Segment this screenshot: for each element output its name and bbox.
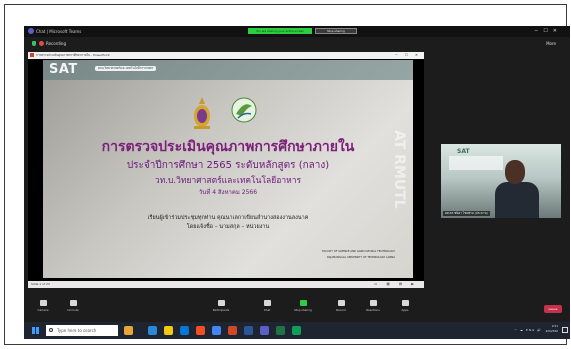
participants-icon <box>217 300 225 306</box>
participant-video[interactable]: SAT ผศ.ดร.ชนิดา ไชยพรม (ประธาน) <box>441 144 561 218</box>
meeting-controls: Camera Unmute Participants Chat Stop sha… <box>24 296 570 322</box>
camera-icon <box>39 300 47 306</box>
powerpoint-taskbar-icon[interactable] <box>228 326 237 335</box>
powerpoint-titlebar: การตรวจประเมินคุณภาพการศึกษาภายใน - Powe… <box>28 52 424 59</box>
taskbar-app-1[interactable] <box>124 326 133 335</box>
windows-taskbar: Type here to search ^ ☁ ENG 🔊 9:51 4/8/2… <box>24 322 570 339</box>
powerpoint-title: การตรวจประเมินคุณภาพการศึกษาภายใน - Powe… <box>36 53 110 57</box>
apps-icon <box>401 300 409 306</box>
faculty-emblem-icon <box>231 97 257 123</box>
file-explorer-icon[interactable] <box>164 326 173 335</box>
slide-instruction-2: โดยแจ้งชื่อ – นามสกุล – หน่วยงาน <box>186 224 270 230</box>
reactions-button[interactable]: Reactions <box>360 300 386 313</box>
university-emblem-icon <box>194 97 210 129</box>
teams-icon <box>28 28 34 34</box>
taskbar-search[interactable]: Type here to search <box>46 325 118 336</box>
powerpoint-status-bar: Slide 1 of 23 ▭ ▦ ▤ ▶ <box>28 281 424 288</box>
window-title: Chat | Microsoft Teams <box>36 29 82 34</box>
slide-date: วันที่ 4 สิงหาคม 2566 <box>198 189 258 196</box>
search-placeholder: Type here to search <box>57 328 97 333</box>
slide-subtitle-year: ประจำปีการศึกษา 2565 ระดับหลักสูตร (กลาง… <box>126 160 330 171</box>
window-controls[interactable]: −☐✕ <box>534 27 562 36</box>
clock-date: 4/8/2566 <box>545 329 558 333</box>
video-backdrop-logo: SAT <box>457 148 470 155</box>
chat-icon <box>263 300 271 306</box>
participant-name: ผศ.ดร.ชนิดา ไชยพรม (ประธาน) <box>443 211 490 216</box>
system-tray[interactable]: ^ ☁ ENG 🔊 <box>514 326 542 335</box>
slide-program: วท.บ.วิทยาศาสตร์และเทคโนโลยีอาหาร <box>154 176 302 186</box>
participants-button[interactable]: Participants <box>208 300 234 313</box>
recording-label: Recording <box>46 41 67 46</box>
taskbar-app-2[interactable] <box>292 326 301 335</box>
apps-button[interactable]: Apps <box>392 300 418 313</box>
edge-icon[interactable] <box>148 326 157 335</box>
sat-logo-subtitle: คณะวิทยาศาสตร์และเทคโนโลยีการเกษตร <box>95 66 157 71</box>
chrome-icon[interactable] <box>212 326 221 335</box>
participants-label: Participants <box>212 308 230 312</box>
notification-icon[interactable] <box>562 327 568 333</box>
slide-footer-university: RAJAMANGALA UNIVERSITY OF TECHNOLOGY LAN… <box>327 256 395 259</box>
powerpoint-icon <box>30 53 34 57</box>
meeting-header: Recording More <box>24 37 570 50</box>
stop-sharing-button[interactable]: Stop sharing <box>315 28 357 34</box>
record-icon <box>337 300 345 306</box>
camera-label: Camera <box>37 308 49 312</box>
reactions-icon <box>369 300 377 306</box>
share-icon <box>299 300 307 306</box>
view-controls[interactable]: ▭ ▦ ▤ ▶ <box>374 281 418 288</box>
record-label: Record <box>336 308 346 312</box>
recording-icon <box>39 41 44 46</box>
shared-screen: การตรวจประเมินคุณภาพการศึกษาภายใน - Powe… <box>28 52 424 288</box>
reactions-label: Reactions <box>366 308 380 312</box>
titlebar: Chat | Microsoft Teams You are sharing y… <box>24 26 570 37</box>
participant-body <box>495 182 539 218</box>
teams-taskbar-icon[interactable] <box>260 326 269 335</box>
shield-icon <box>32 41 36 46</box>
windows-start-icon[interactable] <box>32 327 39 334</box>
chat-label: Chat <box>263 308 271 312</box>
participant-head <box>505 160 525 184</box>
slide: SAT คณะวิทยาศาสตร์และเทคโนโลยีการเกษตร A… <box>43 60 413 278</box>
powerpoint-window-controls[interactable]: − ☐ ✕ <box>395 52 421 59</box>
mail-icon[interactable] <box>180 326 189 335</box>
leave-button[interactable]: Leave <box>544 305 562 313</box>
mic-label: Unmute <box>67 308 79 312</box>
slide-instruction: เรียนผู้เข้าร่วมประชุมทุกท่าน คุณนาเลกาเ… <box>147 215 309 221</box>
sharing-indicator: You are sharing your entire screen <box>248 28 312 34</box>
word-icon[interactable] <box>244 326 253 335</box>
more-options-button[interactable]: More <box>546 39 556 48</box>
office-icon[interactable] <box>196 326 205 335</box>
share-label: Stop sharing <box>294 308 312 312</box>
mic-icon <box>69 300 77 306</box>
apps-label: Apps <box>401 308 409 312</box>
chat-button[interactable]: Chat <box>254 300 280 313</box>
taskbar-clock[interactable]: 9:51 4/8/2566 <box>545 324 558 334</box>
search-icon <box>49 328 53 332</box>
camera-button[interactable]: Camera <box>30 300 56 313</box>
slide-number: Slide 1 of 23 <box>31 282 50 286</box>
slide-footer-faculty: FACULTY OF SCIENCE AND AGRICULTURAL TECH… <box>322 250 395 253</box>
video-backdrop-banner <box>449 156 503 170</box>
share-button[interactable]: Stop sharing <box>290 300 316 313</box>
mic-button[interactable]: Unmute <box>60 300 86 313</box>
excel-icon[interactable] <box>276 326 285 335</box>
record-button[interactable]: Record <box>328 300 354 313</box>
teams-window: Chat | Microsoft Teams You are sharing y… <box>24 26 570 339</box>
sat-logo: SAT <box>49 62 78 77</box>
slide-title: การตรวจประเมินคุณภาพการศึกษาภายใน <box>101 139 355 155</box>
